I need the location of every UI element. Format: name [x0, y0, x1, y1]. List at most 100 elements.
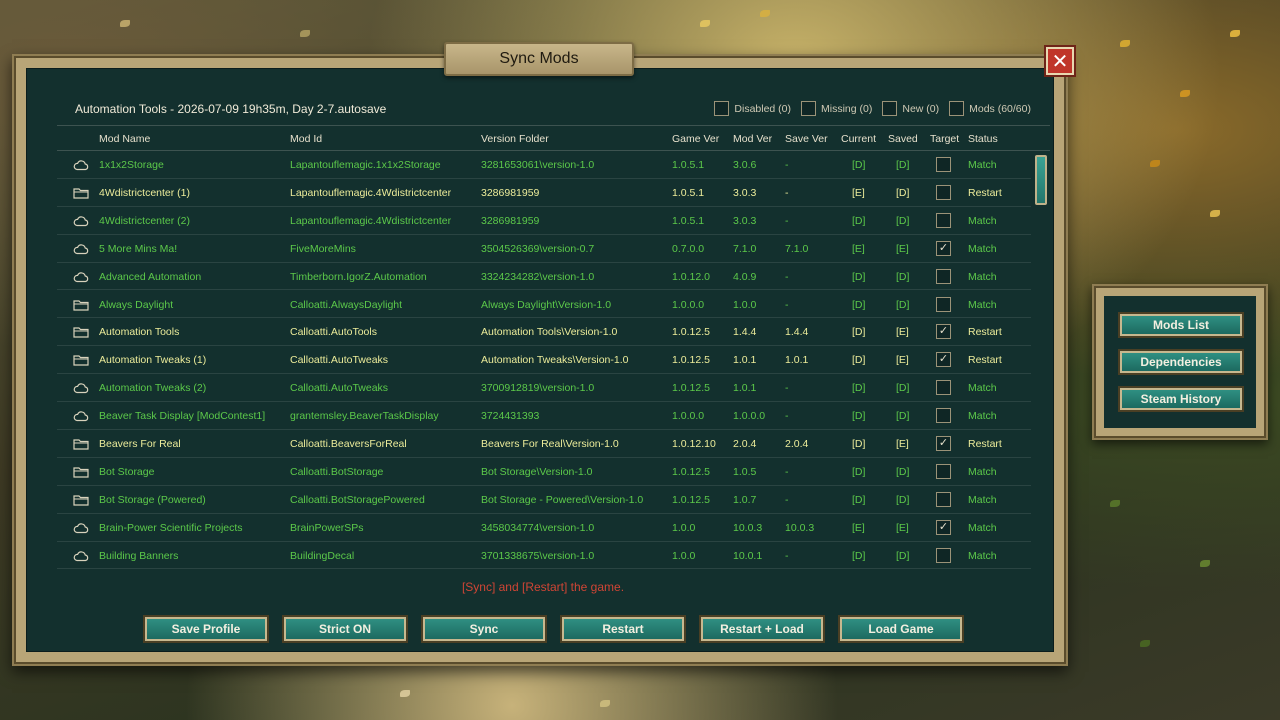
table-row[interactable]: Beavers For Real Calloatti.BeaversForReal…: [57, 430, 1031, 458]
current-cell: [D]: [852, 465, 866, 478]
filter-option[interactable]: New (0): [882, 101, 939, 116]
column-mod-ver[interactable]: Mod Ver: [733, 133, 772, 145]
cloud-icon: [73, 215, 89, 227]
target-checkbox[interactable]: [936, 491, 951, 507]
strict-toggle-button[interactable]: Strict ON: [282, 615, 408, 643]
filter-checkbox[interactable]: [801, 101, 817, 116]
mod-id-cell: Calloatti.AutoTweaks: [290, 354, 389, 367]
target-checkbox[interactable]: ✓: [936, 240, 951, 256]
mod-id-cell: Lapantouflemagic.4Wdistrictcenter: [290, 214, 452, 227]
filter-option[interactable]: Mods (60/60): [949, 101, 1031, 116]
mod-id-cell: Calloatti.AlwaysDaylight: [290, 298, 403, 311]
saved-cell: [D]: [896, 159, 910, 171]
game-ver-cell: 0.7.0.0: [672, 242, 705, 255]
column-saved[interactable]: Saved: [888, 133, 918, 145]
target-checkbox[interactable]: [936, 296, 951, 312]
table-row[interactable]: Beaver Task Display [ModContest1] grantem…: [57, 402, 1031, 430]
table-row[interactable]: Bot Storage (Powered) Calloatti.BotStorag…: [57, 486, 1031, 514]
close-button[interactable]: ✕: [1044, 45, 1076, 77]
filter-checkbox[interactable]: [949, 101, 965, 116]
mod-name-cell: Always Daylight: [99, 298, 174, 311]
mod-ver-cell: 3.0.3: [733, 186, 757, 199]
mod-ver-cell: 1.0.0: [733, 298, 757, 311]
table-row[interactable]: Automation Tweaks (2) Calloatti.AutoTweak…: [57, 374, 1031, 403]
mod-ver-cell: 1.0.0.0: [733, 410, 766, 423]
mods-list-button[interactable]: Mods List: [1118, 312, 1244, 338]
mod-name-cell: 1x1x2Storage: [99, 159, 164, 171]
sync-button[interactable]: Sync: [421, 615, 547, 643]
filter-checkbox[interactable]: [882, 101, 898, 116]
target-checkbox[interactable]: [936, 212, 951, 228]
column-save-ver[interactable]: Save Ver: [785, 133, 828, 145]
status-cell: Restart: [968, 354, 1002, 367]
target-checkbox[interactable]: ✓: [936, 352, 951, 368]
target-checkbox[interactable]: ✓: [936, 324, 951, 340]
status-cell: Match: [968, 521, 997, 534]
target-checkbox[interactable]: [936, 268, 951, 284]
version-folder-cell: Automation Tools\Version-1.0: [481, 326, 618, 339]
mod-id-cell: Lapantouflemagic.1x1x2Storage: [290, 159, 441, 171]
mod-ver-cell: 3.0.3: [733, 214, 757, 227]
steam-history-button[interactable]: Steam History: [1118, 386, 1244, 412]
current-cell: [D]: [852, 214, 866, 227]
saved-cell: [D]: [896, 270, 910, 283]
table-row[interactable]: Building Banners BuildingDecal 3701338675\…: [57, 542, 1031, 569]
filter-option[interactable]: Missing (0): [801, 101, 872, 116]
filter-option[interactable]: Disabled (0): [714, 101, 791, 116]
save-ver-cell: 7.1.0: [785, 242, 809, 255]
table-row[interactable]: Automation Tweaks (1) Calloatti.AutoTweak…: [57, 346, 1031, 375]
column-target[interactable]: Target: [930, 133, 959, 145]
column-mod-name[interactable]: Mod Name: [99, 133, 150, 145]
target-checkbox[interactable]: ✓: [936, 436, 951, 451]
scrollbar-thumb[interactable]: [1035, 155, 1047, 205]
table-row[interactable]: 4Wdistrictcenter (2) Lapantouflemagic.4Wd…: [57, 207, 1031, 235]
saved-cell: [E]: [896, 242, 909, 255]
target-checkbox[interactable]: [936, 547, 951, 563]
save-ver-cell: -: [785, 159, 789, 171]
dependencies-button[interactable]: Dependencies: [1118, 349, 1244, 375]
dialog-title: Sync Mods: [444, 42, 634, 76]
filter-label: New (0): [902, 102, 940, 115]
target-checkbox[interactable]: [936, 184, 951, 200]
column-current[interactable]: Current: [841, 133, 876, 145]
current-cell: [E]: [852, 521, 865, 534]
table-row[interactable]: 4Wdistrictcenter (1) Lapantouflemagic.4Wd…: [57, 179, 1031, 207]
target-checkbox[interactable]: [936, 380, 951, 396]
mod-id-cell: FiveMoreMins: [290, 242, 356, 255]
table-row[interactable]: 1x1x2Storage Lapantouflemagic.1x1x2Storag…: [57, 151, 1031, 179]
current-cell: [D]: [852, 354, 866, 367]
save-ver-cell: -: [785, 549, 789, 562]
mod-list[interactable]: 1x1x2Storage Lapantouflemagic.1x1x2Storag…: [57, 151, 1031, 569]
mod-id-cell: Lapantouflemagic.4Wdistrictcenter: [290, 186, 452, 199]
table-row[interactable]: Bot Storage Calloatti.BotStorage Bot Stora…: [57, 458, 1031, 486]
table-row[interactable]: Automation Tools Calloatti.AutoTools Autom…: [57, 318, 1031, 347]
column-status[interactable]: Status: [968, 133, 998, 145]
table-row[interactable]: Brain-Power Scientific Projects BrainPowe…: [57, 514, 1031, 542]
column-mod-id[interactable]: Mod Id: [290, 133, 322, 145]
save-profile-button[interactable]: Save Profile: [143, 615, 269, 643]
folder-icon: [73, 438, 89, 450]
load-game-button[interactable]: Load Game: [838, 615, 964, 643]
target-checkbox[interactable]: [936, 157, 951, 172]
table-row[interactable]: Advanced Automation Timberborn.IgorZ.Auto…: [57, 263, 1031, 291]
restart-button[interactable]: Restart: [560, 615, 686, 643]
column-version-folder[interactable]: Version Folder: [481, 133, 549, 145]
mod-name-cell: Automation Tools: [99, 326, 180, 339]
saved-cell: [E]: [896, 354, 909, 367]
game-ver-cell: 1.0.12.5: [672, 382, 710, 395]
restart-load-button[interactable]: Restart + Load: [699, 615, 825, 643]
save-ver-cell: -: [785, 270, 789, 283]
table-row[interactable]: 5 More Mins Ma! FiveMoreMins 3504526369\ve…: [57, 235, 1031, 263]
cloud-icon: [73, 410, 89, 422]
table-row[interactable]: Always Daylight Calloatti.AlwaysDaylight A…: [57, 291, 1031, 319]
side-menu: Mods List Dependencies Steam History: [1092, 284, 1268, 440]
target-checkbox[interactable]: ✓: [936, 519, 951, 535]
close-icon: ✕: [1051, 50, 1069, 73]
save-ver-cell: 10.0.3: [785, 521, 815, 534]
target-checkbox[interactable]: [936, 463, 951, 479]
status-cell: Restart: [968, 326, 1002, 339]
target-checkbox[interactable]: [936, 408, 951, 424]
version-folder-cell: Always Daylight\Version-1.0: [481, 298, 612, 311]
filter-checkbox[interactable]: [714, 101, 730, 116]
column-game-ver[interactable]: Game Ver: [672, 133, 719, 145]
